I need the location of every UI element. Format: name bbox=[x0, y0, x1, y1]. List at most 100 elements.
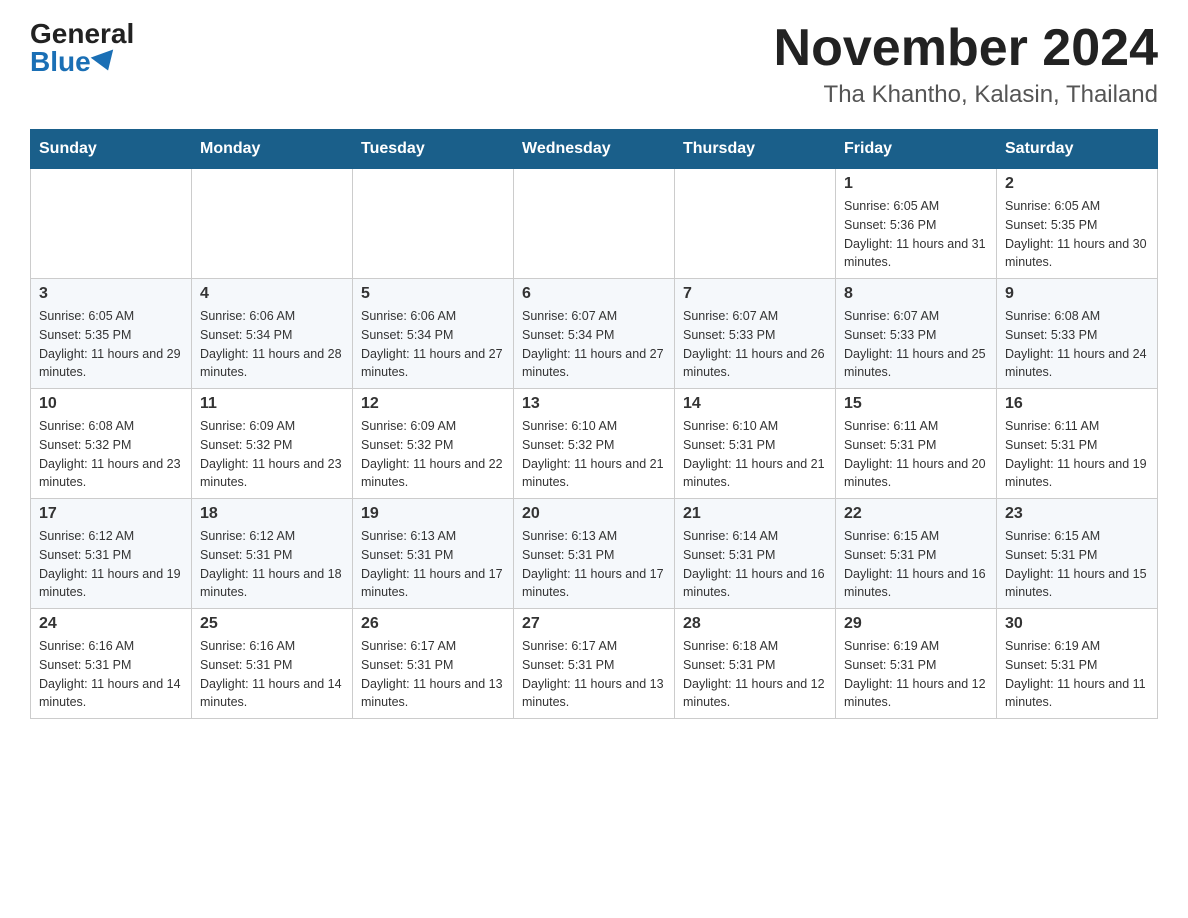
calendar-cell: 13 Sunrise: 6:10 AMSunset: 5:32 PMDayligh… bbox=[514, 389, 675, 499]
calendar-cell: 7 Sunrise: 6:07 AMSunset: 5:33 PMDaylight… bbox=[675, 279, 836, 389]
week-row-2: 3Sunrise: 6:05 AMSunset: 5:35 PMDaylight… bbox=[31, 279, 1158, 389]
calendar-cell bbox=[31, 169, 192, 279]
day-info: Sunrise: 6:18 AMSunset: 5:31 PMDaylight:… bbox=[683, 637, 827, 712]
logo-general-text: General bbox=[30, 20, 134, 48]
calendar-cell: 25 Sunrise: 6:16 AMSunset: 5:31 PMDayligh… bbox=[192, 609, 353, 719]
day-header-saturday: Saturday bbox=[997, 130, 1158, 169]
calendar-cell: 18Sunrise: 6:12 AMSunset: 5:31 PMDayligh… bbox=[192, 499, 353, 609]
day-info: Sunrise: 6:11 AMSunset: 5:31 PMDaylight:… bbox=[844, 417, 988, 492]
day-info: Sunrise: 6:16 AMSunset: 5:31 PMDaylight:… bbox=[200, 637, 344, 712]
day-number: 4 bbox=[200, 285, 344, 303]
day-number: 30 bbox=[1005, 615, 1149, 633]
day-number: 14 bbox=[683, 395, 827, 413]
title-block: November 2024 Tha Khantho, Kalasin, Thai… bbox=[774, 20, 1158, 109]
day-info: Sunrise: 6:16 AMSunset: 5:31 PMDaylight:… bbox=[39, 637, 183, 712]
week-row-5: 24 Sunrise: 6:16 AMSunset: 5:31 PMDayligh… bbox=[31, 609, 1158, 719]
day-number: 2 bbox=[1005, 175, 1149, 193]
page-header: General Blue November 2024 Tha Khantho, … bbox=[30, 20, 1158, 109]
calendar-cell: 1 Sunrise: 6:05 AMSunset: 5:36 PMDaylight… bbox=[836, 169, 997, 279]
calendar-cell: 3Sunrise: 6:05 AMSunset: 5:35 PMDaylight… bbox=[31, 279, 192, 389]
day-info: Sunrise: 6:19 AMSunset: 5:31 PMDaylight:… bbox=[1005, 637, 1149, 712]
main-title: November 2024 bbox=[774, 20, 1158, 77]
calendar-cell: 15 Sunrise: 6:11 AMSunset: 5:31 PMDayligh… bbox=[836, 389, 997, 499]
day-info: Sunrise: 6:08 AMSunset: 5:33 PMDaylight:… bbox=[1005, 307, 1149, 382]
calendar-cell bbox=[192, 169, 353, 279]
day-number: 5 bbox=[361, 285, 505, 303]
day-number: 27 bbox=[522, 615, 666, 633]
logo-triangle-icon bbox=[90, 49, 119, 74]
day-info: Sunrise: 6:07 AMSunset: 5:33 PMDaylight:… bbox=[683, 307, 827, 382]
day-info: Sunrise: 6:10 AMSunset: 5:32 PMDaylight:… bbox=[522, 417, 666, 492]
calendar-cell: 4 Sunrise: 6:06 AMSunset: 5:34 PMDaylight… bbox=[192, 279, 353, 389]
week-row-1: 1 Sunrise: 6:05 AMSunset: 5:36 PMDaylight… bbox=[31, 169, 1158, 279]
calendar-cell bbox=[514, 169, 675, 279]
day-info: Sunrise: 6:14 AMSunset: 5:31 PMDaylight:… bbox=[683, 527, 827, 602]
day-info: Sunrise: 6:09 AMSunset: 5:32 PMDaylight:… bbox=[361, 417, 505, 492]
day-info: Sunrise: 6:15 AMSunset: 5:31 PMDaylight:… bbox=[844, 527, 988, 602]
day-info: Sunrise: 6:06 AMSunset: 5:34 PMDaylight:… bbox=[361, 307, 505, 382]
day-number: 9 bbox=[1005, 285, 1149, 303]
calendar-cell: 26 Sunrise: 6:17 AMSunset: 5:31 PMDayligh… bbox=[353, 609, 514, 719]
day-number: 15 bbox=[844, 395, 988, 413]
day-info: Sunrise: 6:09 AMSunset: 5:32 PMDaylight:… bbox=[200, 417, 344, 492]
day-header-tuesday: Tuesday bbox=[353, 130, 514, 169]
calendar-cell: 19 Sunrise: 6:13 AMSunset: 5:31 PMDayligh… bbox=[353, 499, 514, 609]
calendar-cell: 9 Sunrise: 6:08 AMSunset: 5:33 PMDaylight… bbox=[997, 279, 1158, 389]
day-info: Sunrise: 6:05 AMSunset: 5:35 PMDaylight:… bbox=[39, 307, 183, 382]
day-number: 22 bbox=[844, 505, 988, 523]
day-info: Sunrise: 6:19 AMSunset: 5:31 PMDaylight:… bbox=[844, 637, 988, 712]
day-number: 6 bbox=[522, 285, 666, 303]
day-number: 24 bbox=[39, 615, 183, 633]
days-header-row: SundayMondayTuesdayWednesdayThursdayFrid… bbox=[31, 130, 1158, 169]
subtitle: Tha Khantho, Kalasin, Thailand bbox=[774, 81, 1158, 109]
week-row-4: 17Sunrise: 6:12 AMSunset: 5:31 PMDayligh… bbox=[31, 499, 1158, 609]
day-info: Sunrise: 6:13 AMSunset: 5:31 PMDaylight:… bbox=[361, 527, 505, 602]
day-number: 26 bbox=[361, 615, 505, 633]
day-number: 28 bbox=[683, 615, 827, 633]
day-info: Sunrise: 6:17 AMSunset: 5:31 PMDaylight:… bbox=[361, 637, 505, 712]
calendar-cell: 10 Sunrise: 6:08 AMSunset: 5:32 PMDayligh… bbox=[31, 389, 192, 499]
calendar-cell: 2Sunrise: 6:05 AMSunset: 5:35 PMDaylight… bbox=[997, 169, 1158, 279]
day-info: Sunrise: 6:10 AMSunset: 5:31 PMDaylight:… bbox=[683, 417, 827, 492]
calendar-cell: 17Sunrise: 6:12 AMSunset: 5:31 PMDayligh… bbox=[31, 499, 192, 609]
day-header-sunday: Sunday bbox=[31, 130, 192, 169]
day-info: Sunrise: 6:12 AMSunset: 5:31 PMDaylight:… bbox=[39, 527, 183, 602]
calendar-cell: 20 Sunrise: 6:13 AMSunset: 5:31 PMDayligh… bbox=[514, 499, 675, 609]
calendar-cell: 14 Sunrise: 6:10 AMSunset: 5:31 PMDayligh… bbox=[675, 389, 836, 499]
day-number: 7 bbox=[683, 285, 827, 303]
day-number: 20 bbox=[522, 505, 666, 523]
day-info: Sunrise: 6:13 AMSunset: 5:31 PMDaylight:… bbox=[522, 527, 666, 602]
calendar-cell: 27 Sunrise: 6:17 AMSunset: 5:31 PMDayligh… bbox=[514, 609, 675, 719]
day-header-monday: Monday bbox=[192, 130, 353, 169]
day-header-wednesday: Wednesday bbox=[514, 130, 675, 169]
calendar-cell: 5 Sunrise: 6:06 AMSunset: 5:34 PMDaylight… bbox=[353, 279, 514, 389]
calendar-cell: 21 Sunrise: 6:14 AMSunset: 5:31 PMDayligh… bbox=[675, 499, 836, 609]
calendar-cell: 22 Sunrise: 6:15 AMSunset: 5:31 PMDayligh… bbox=[836, 499, 997, 609]
calendar-cell: 16Sunrise: 6:11 AMSunset: 5:31 PMDayligh… bbox=[997, 389, 1158, 499]
day-number: 29 bbox=[844, 615, 988, 633]
calendar-cell: 24 Sunrise: 6:16 AMSunset: 5:31 PMDayligh… bbox=[31, 609, 192, 719]
logo: General Blue bbox=[30, 20, 134, 76]
day-info: Sunrise: 6:05 AMSunset: 5:36 PMDaylight:… bbox=[844, 197, 988, 272]
calendar-cell bbox=[675, 169, 836, 279]
calendar-cell: 6Sunrise: 6:07 AMSunset: 5:34 PMDaylight… bbox=[514, 279, 675, 389]
day-info: Sunrise: 6:06 AMSunset: 5:34 PMDaylight:… bbox=[200, 307, 344, 382]
calendar-cell: 29 Sunrise: 6:19 AMSunset: 5:31 PMDayligh… bbox=[836, 609, 997, 719]
day-number: 25 bbox=[200, 615, 344, 633]
calendar-cell: 12 Sunrise: 6:09 AMSunset: 5:32 PMDayligh… bbox=[353, 389, 514, 499]
day-number: 12 bbox=[361, 395, 505, 413]
day-number: 13 bbox=[522, 395, 666, 413]
day-info: Sunrise: 6:17 AMSunset: 5:31 PMDaylight:… bbox=[522, 637, 666, 712]
day-number: 8 bbox=[844, 285, 988, 303]
calendar-table: SundayMondayTuesdayWednesdayThursdayFrid… bbox=[30, 129, 1158, 719]
calendar-cell: 8Sunrise: 6:07 AMSunset: 5:33 PMDaylight… bbox=[836, 279, 997, 389]
calendar-cell: 11Sunrise: 6:09 AMSunset: 5:32 PMDayligh… bbox=[192, 389, 353, 499]
day-number: 16 bbox=[1005, 395, 1149, 413]
day-number: 1 bbox=[844, 175, 988, 193]
week-row-3: 10 Sunrise: 6:08 AMSunset: 5:32 PMDayligh… bbox=[31, 389, 1158, 499]
day-number: 21 bbox=[683, 505, 827, 523]
day-number: 19 bbox=[361, 505, 505, 523]
day-info: Sunrise: 6:08 AMSunset: 5:32 PMDaylight:… bbox=[39, 417, 183, 492]
calendar-cell: 23Sunrise: 6:15 AMSunset: 5:31 PMDayligh… bbox=[997, 499, 1158, 609]
day-number: 10 bbox=[39, 395, 183, 413]
